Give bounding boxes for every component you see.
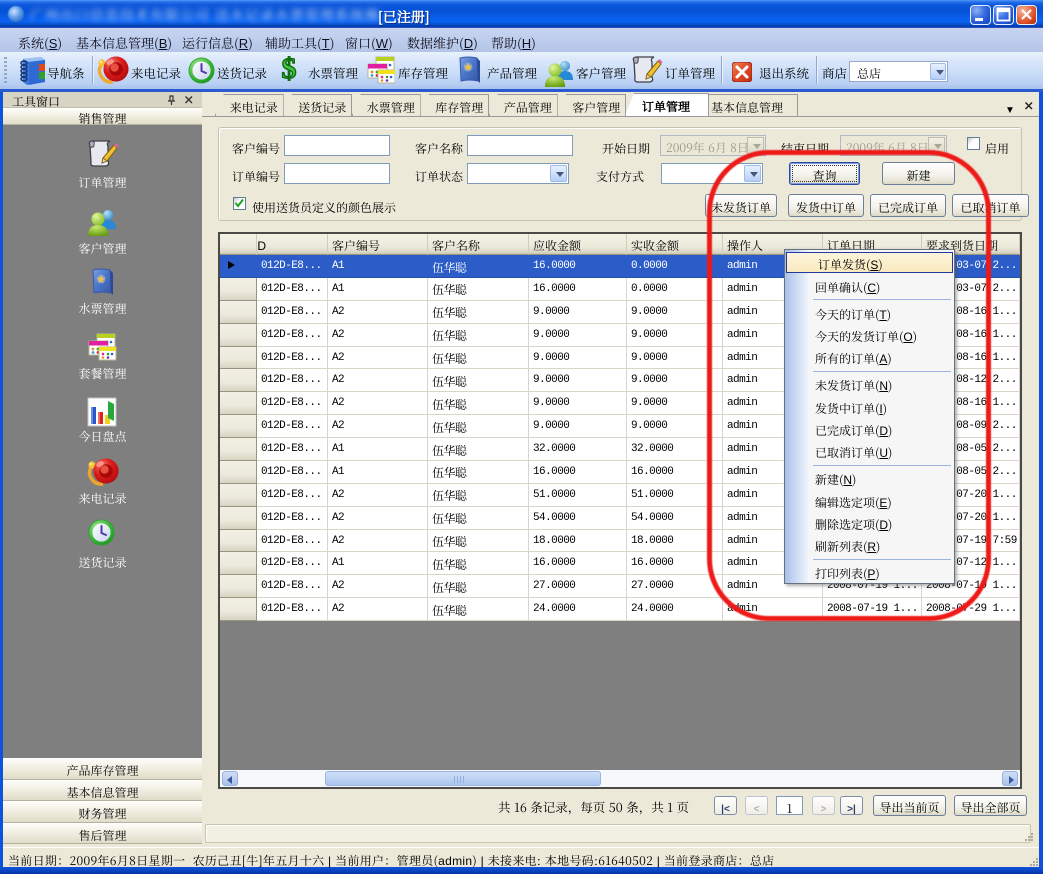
svg-text:$: $ [282,56,297,84]
